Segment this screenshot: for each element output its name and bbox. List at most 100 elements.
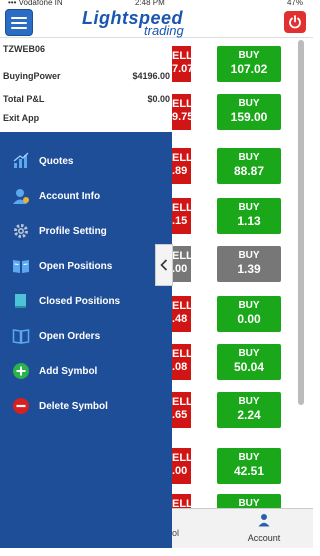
sell-button[interactable]: ELL .00 [172, 246, 191, 282]
sell-label: ELL [172, 300, 191, 312]
buy-label: BUY [238, 250, 260, 261]
buy-label: BUY [238, 50, 260, 61]
sell-label: ELL [172, 452, 191, 464]
menu-item-label: Delete Symbol [39, 400, 108, 412]
menu-item-label: Profile Setting [39, 225, 107, 237]
menu-item-open-positions[interactable]: Open Positions [11, 255, 166, 277]
sell-value: .48 [172, 313, 188, 325]
sell-label: ELL [172, 50, 191, 62]
closed-book-icon [11, 291, 31, 311]
menu-item-add-symbol[interactable]: Add Symbol [11, 360, 166, 382]
buy-value: 1.13 [237, 214, 261, 228]
buy-label: BUY [238, 348, 260, 359]
menu-item-closed-positions[interactable]: Closed Positions [11, 290, 166, 312]
drawer-close-handle[interactable] [155, 244, 173, 286]
menu-item-label: Open Positions [39, 260, 113, 272]
sell-button[interactable]: ELL 7.07 [172, 46, 191, 82]
sell-value: .65 [172, 409, 188, 421]
buy-value: 107.02 [230, 62, 268, 76]
sell-button[interactable]: ELL .65 [172, 392, 191, 428]
buy-value: 50.04 [233, 360, 265, 374]
user-icon [258, 514, 270, 527]
buy-button[interactable]: BUY 0.00 [217, 296, 281, 332]
user-icon [11, 186, 31, 206]
menu-item-delete-symbol[interactable]: Delete Symbol [11, 395, 166, 417]
total-pl-value: $0.00 [147, 94, 170, 104]
menu-item-profile-setting[interactable]: Profile Setting [11, 220, 166, 242]
tab-account[interactable]: Account [224, 513, 304, 543]
buy-button[interactable]: BUY 159.00 [217, 94, 281, 130]
menu-item-open-orders[interactable]: Open Orders [11, 325, 166, 347]
buy-label: BUY [238, 202, 260, 213]
buy-value: 42.51 [233, 464, 265, 478]
chevron-left-icon [160, 259, 168, 271]
menu-item-quotes[interactable]: Quotes [11, 150, 166, 172]
tab-partial-label[interactable]: ol [172, 528, 179, 538]
menu-button[interactable] [5, 9, 33, 36]
buy-label: BUY [238, 300, 260, 311]
menu-item-label: Closed Positions [39, 295, 121, 307]
sell-label: ELL [172, 250, 191, 262]
buying-power-value: $4196.00 [132, 71, 170, 81]
buy-value: 159.00 [230, 110, 268, 124]
plus-circle-icon [11, 361, 31, 381]
sell-value: 9.75 [172, 111, 191, 123]
buy-label: BUY [238, 396, 260, 407]
sell-label: ELL [172, 98, 191, 110]
menu-item-account-info[interactable]: Account Info [11, 185, 166, 207]
sell-button[interactable]: ELL .15 [172, 198, 191, 234]
book-outline-icon [11, 326, 31, 346]
account-id: TZWEB06 [3, 44, 46, 54]
bar-chart-icon [11, 151, 31, 171]
power-button[interactable] [284, 11, 306, 33]
menu-item-label: Open Orders [39, 330, 101, 342]
bottom-tab-bar: ol Account [172, 508, 313, 548]
sell-button[interactable]: ELL 9.75 [172, 94, 191, 130]
buy-value: 88.87 [233, 164, 265, 178]
buy-value: 0.00 [237, 312, 261, 326]
buy-button[interactable]: BUY 2.24 [217, 392, 281, 428]
exit-app-label: Exit App [3, 113, 40, 123]
quote-list: ELL 7.07 BUY 107.02 ELL 9.75 BUY 159.00 ELL .89 BU… [172, 38, 294, 530]
buying-power-row: BuyingPower $4196.00 [3, 71, 170, 81]
buy-button[interactable]: BUY 88.87 [217, 148, 281, 184]
menu-item-label: Add Symbol [39, 365, 98, 377]
app-header: Lightspeed trading [0, 8, 313, 38]
open-book-icon [11, 256, 31, 276]
sell-button[interactable]: ELL .48 [172, 296, 191, 332]
tab-account-label: Account [247, 533, 281, 543]
buy-button[interactable]: BUY 42.51 [217, 448, 281, 484]
total-pl-row: Total P&L $0.00 [3, 94, 170, 104]
sell-value: 7.07 [172, 63, 191, 75]
buy-button[interactable]: BUY 50.04 [217, 344, 281, 380]
sell-value: .08 [172, 361, 188, 373]
sell-value: .89 [172, 165, 188, 177]
sell-button[interactable]: ELL .08 [172, 344, 191, 380]
sell-label: ELL [172, 152, 191, 164]
buy-button[interactable]: BUY 1.39 [217, 246, 281, 282]
minus-circle-icon [11, 396, 31, 416]
scrollbar[interactable] [298, 40, 304, 405]
buy-button[interactable]: BUY 107.02 [217, 46, 281, 82]
menu-item-label: Quotes [39, 155, 74, 167]
exit-app-item[interactable]: Exit App [3, 113, 170, 123]
buy-label: BUY [238, 152, 260, 163]
navigation-drawer: Quotes Account Info Profile Setting Open… [0, 132, 172, 548]
sell-label: ELL [172, 348, 191, 360]
account-summary: TZWEB06 BuyingPower $4196.00 Total P&L $… [0, 38, 172, 132]
sell-value: .15 [172, 215, 188, 227]
sell-label: ELL [172, 202, 191, 214]
hamburger-icon [11, 16, 27, 19]
buy-value: 2.24 [237, 408, 261, 422]
total-pl-label: Total P&L [3, 94, 45, 104]
buy-label: BUY [238, 98, 260, 109]
app-logo: Lightspeed trading [82, 8, 202, 38]
sell-value: .00 [172, 263, 188, 275]
battery-label: 47% [286, 0, 303, 7]
buy-button[interactable]: BUY 1.13 [217, 198, 281, 234]
sell-button[interactable]: ELL .89 [172, 148, 191, 184]
status-bar: ••• Vodafone IN 2:48 PM 47% [0, 0, 313, 8]
sell-label: ELL [172, 396, 191, 408]
sell-button[interactable]: ELL .00 [172, 448, 191, 484]
buying-power-label: BuyingPower [3, 71, 61, 81]
